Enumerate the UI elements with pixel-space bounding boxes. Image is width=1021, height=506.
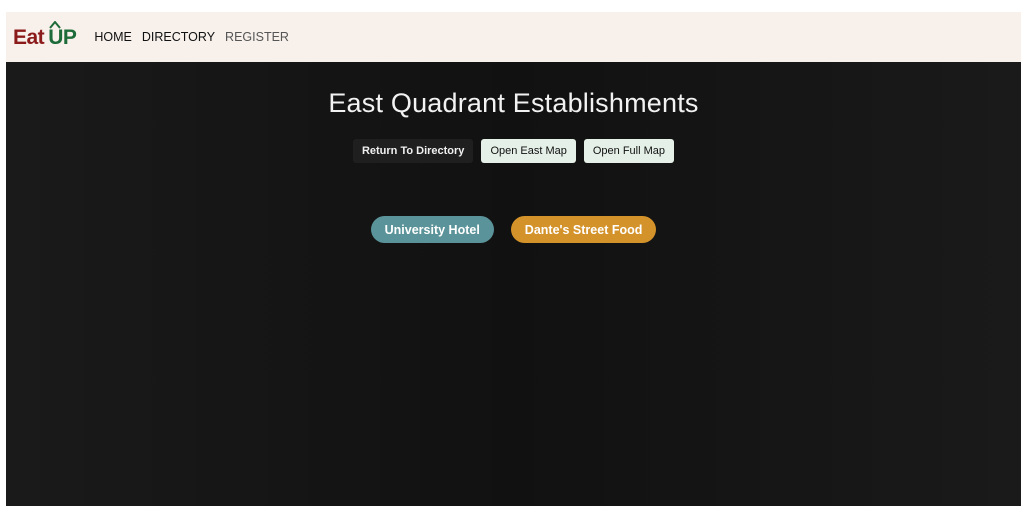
logo-eat-text: Eat	[13, 25, 45, 49]
logo-up-text: UP	[48, 20, 77, 49]
eatup-logo[interactable]: Eat UP	[13, 20, 77, 49]
establishment-list: University Hotel Dante's Street Food	[370, 216, 657, 243]
logo-arrow-icon	[49, 20, 61, 29]
logo-up-label: UP	[48, 25, 77, 49]
nav-home-link[interactable]: HOME	[94, 30, 132, 44]
page-title: East Quadrant Establishments	[328, 88, 699, 118]
app-frame: Eat UP HOME DIRECTORY REGISTER East Quad…	[6, 12, 1021, 506]
nav-directory-link[interactable]: DIRECTORY	[142, 30, 215, 44]
nav-register-link[interactable]: REGISTER	[225, 30, 289, 44]
establishment-dantes-street-food[interactable]: Dante's Street Food	[510, 216, 657, 243]
establishment-university-hotel[interactable]: University Hotel	[370, 216, 494, 243]
nav-links: HOME DIRECTORY REGISTER	[94, 30, 289, 44]
open-east-map-button[interactable]: Open East Map	[481, 139, 576, 163]
main-content: East Quadrant Establishments Return To D…	[6, 62, 1021, 506]
action-button-row: Return To Directory Open East Map Open F…	[352, 139, 675, 163]
navbar: Eat UP HOME DIRECTORY REGISTER	[6, 12, 1021, 62]
open-full-map-button[interactable]: Open Full Map	[583, 139, 675, 163]
return-to-directory-button[interactable]: Return To Directory	[352, 139, 474, 163]
